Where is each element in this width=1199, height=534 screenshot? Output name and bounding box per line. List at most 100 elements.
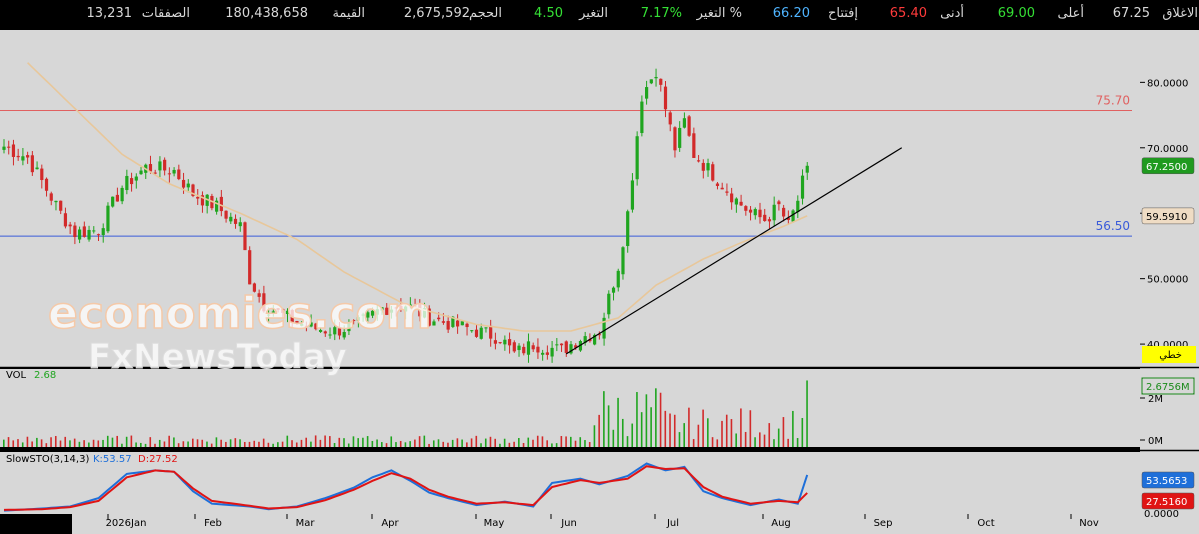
candle-body	[692, 133, 696, 158]
stoch-k-tag: 53.5653	[1146, 476, 1187, 487]
time-tick-label: Oct	[977, 518, 994, 529]
volume-bar	[135, 442, 137, 447]
volume-bar	[669, 413, 671, 447]
candle-body	[753, 209, 757, 216]
volume-bar	[17, 439, 19, 447]
volume-bar	[763, 434, 766, 447]
time-tick-label: 2026Jan	[106, 518, 147, 529]
volume-bar	[451, 439, 454, 447]
volume-bar	[395, 442, 397, 447]
volume-bar	[262, 438, 265, 447]
volume-bar	[777, 428, 780, 447]
volume-bar	[565, 436, 567, 447]
volume-bar	[754, 437, 756, 447]
candle-body	[73, 225, 77, 238]
candle-body	[503, 339, 507, 345]
volume-bar	[546, 440, 548, 447]
price-tick-label: 50.0000	[1147, 275, 1188, 286]
candle-body	[167, 173, 171, 175]
volume-bar	[725, 414, 728, 447]
candle-body	[715, 183, 720, 186]
volume-bar	[659, 392, 662, 447]
candle-body	[219, 196, 223, 212]
volume-bar	[300, 439, 303, 447]
volume-bar	[319, 439, 322, 447]
volume-bar	[692, 439, 695, 447]
level-label-1: 56.50	[1096, 219, 1130, 233]
watermark-logo-bottom: FxNewsToday	[88, 337, 347, 377]
stoch-d-tag: 27.5160	[1146, 497, 1187, 508]
volume-bar	[640, 412, 643, 447]
volume-bar	[409, 441, 411, 447]
volume-bar	[253, 440, 256, 447]
candle-body	[621, 247, 625, 275]
volume-value: 2.68	[34, 370, 56, 381]
volume-bar	[721, 420, 723, 447]
candle-body	[489, 325, 493, 339]
volume-bar	[371, 440, 374, 447]
volume-bar	[385, 443, 388, 447]
volume-bar	[97, 440, 100, 447]
volume-bar	[702, 409, 704, 447]
candle-body	[163, 159, 167, 171]
candle-body	[545, 352, 549, 355]
volume-bar	[428, 443, 430, 447]
volume-bar	[621, 418, 624, 447]
candle-body	[484, 327, 488, 329]
volume-bar	[125, 436, 128, 447]
volume-bar	[584, 440, 586, 447]
candle-body	[772, 204, 776, 221]
candle-body	[437, 317, 441, 320]
candle-body	[536, 346, 540, 353]
volume-bar	[7, 437, 10, 447]
last-price-tag: 67.2500	[1146, 162, 1187, 173]
volume-bar	[286, 435, 289, 447]
candle-body	[696, 160, 701, 162]
candle-body	[456, 320, 460, 327]
volume-bar	[201, 439, 204, 447]
candle-body	[725, 191, 729, 193]
scale-button[interactable]: خطي	[1159, 350, 1182, 361]
candle-body	[659, 78, 663, 85]
candle-body	[739, 201, 743, 206]
candle-body	[59, 200, 63, 211]
volume-bar	[215, 437, 218, 447]
volume-bar	[579, 437, 582, 447]
volume-bar	[291, 440, 293, 447]
candle-body	[706, 163, 710, 171]
candle-body	[129, 178, 134, 185]
volume-bar	[607, 405, 610, 447]
volume-bar	[522, 443, 525, 447]
volume-bar	[154, 443, 156, 447]
volume-bar	[423, 435, 426, 447]
candle-body	[177, 169, 181, 180]
candle-body	[30, 155, 34, 173]
volume-bar	[347, 443, 350, 447]
volume-bar	[612, 429, 615, 447]
time-tick-label: Nov	[1079, 518, 1099, 529]
candle-body	[16, 155, 20, 158]
volume-bar	[140, 442, 142, 447]
volume-bar	[555, 443, 558, 447]
volume-bar	[683, 423, 685, 447]
candle-body	[229, 216, 233, 222]
candle-body	[701, 162, 705, 171]
candle-body	[777, 201, 781, 205]
candle-body	[758, 209, 762, 218]
volume-bar	[787, 438, 789, 447]
volume-bar	[598, 414, 600, 447]
stock-chart[interactable]: 80.000070.000060.000050.000040.000075.70…	[0, 0, 1199, 534]
volume-bar	[381, 442, 383, 447]
volume-bar	[21, 442, 24, 447]
candle-body	[763, 214, 767, 221]
volume-bar	[461, 439, 463, 447]
volume-bar	[45, 443, 48, 447]
candle-body	[711, 164, 715, 181]
volume-bar	[149, 437, 152, 447]
candle-body	[96, 234, 101, 236]
candle-body	[630, 180, 635, 210]
volume-bar	[314, 435, 317, 447]
volume-bar	[163, 441, 166, 447]
candle-body	[233, 218, 238, 224]
candle-body	[465, 323, 469, 328]
